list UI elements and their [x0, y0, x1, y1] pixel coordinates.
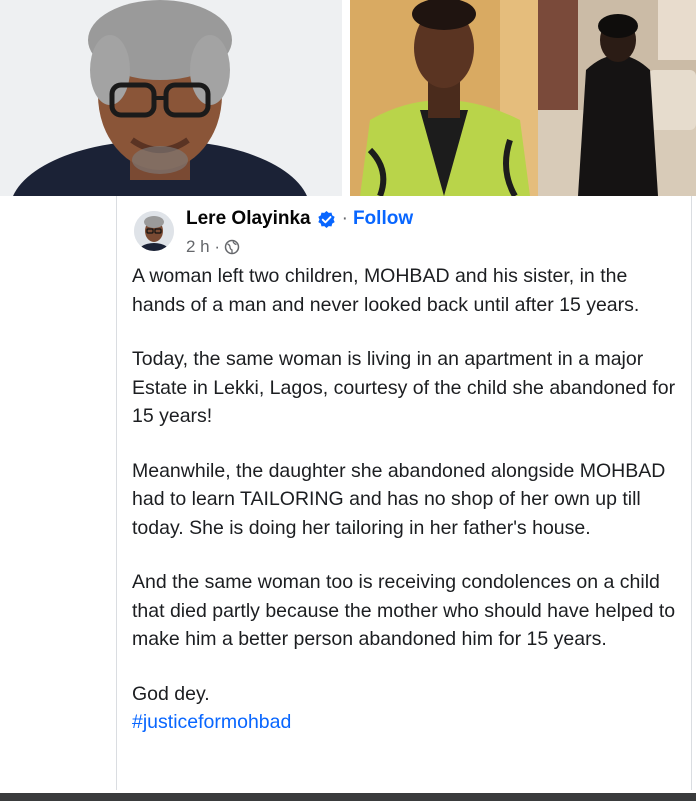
follow-button[interactable]: Follow	[353, 208, 413, 230]
post-paragraph: Today, the same woman is living in an ap…	[132, 348, 676, 427]
photo-strip	[0, 0, 696, 196]
photo-woman-seated	[538, 0, 696, 196]
globe-icon	[224, 239, 240, 255]
bottom-edge-bar	[0, 793, 696, 801]
post-timestamp[interactable]: 2 h ·	[186, 237, 220, 257]
header-separator: ·	[341, 208, 348, 229]
post-paragraph: Meanwhile, the daughter she abandoned al…	[132, 459, 666, 539]
post-header: Lere Olayinka · Follow	[186, 206, 413, 232]
post-paragraph: A woman left two children, MOHBAD and hi…	[132, 265, 640, 316]
verified-badge-icon	[317, 210, 336, 229]
photo-man-with-glasses	[0, 0, 342, 196]
post-paragraph: And the same woman too is receiving cond…	[132, 571, 676, 650]
post-body: A woman left two children, MOHBAD and hi…	[132, 262, 680, 737]
photo-young-man	[350, 0, 538, 196]
post-meta: 2 h ·	[186, 236, 240, 258]
post-paragraph: God dey.	[132, 682, 210, 705]
hashtag-link[interactable]: #justiceformohbad	[132, 708, 680, 737]
author-name[interactable]: Lere Olayinka	[186, 208, 311, 230]
author-avatar[interactable]	[134, 211, 174, 251]
